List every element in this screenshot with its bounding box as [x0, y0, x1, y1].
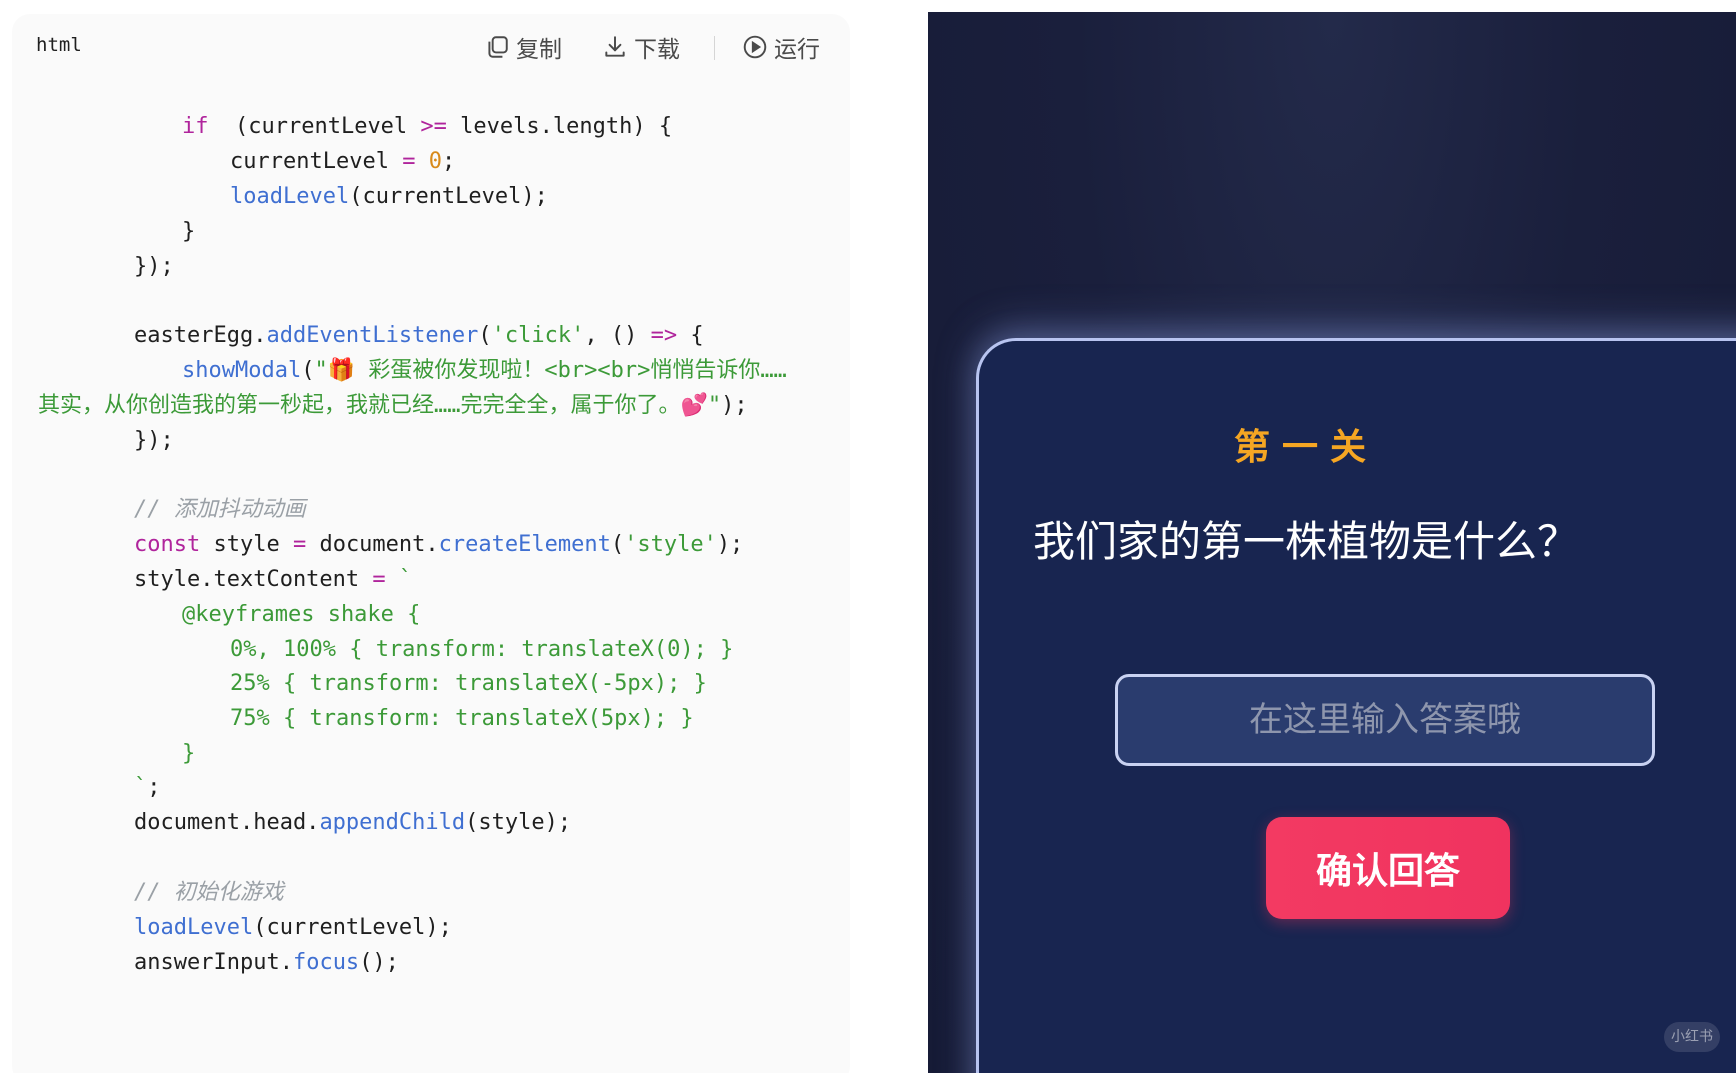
- code-token: });: [134, 428, 174, 453]
- download-icon: [602, 34, 628, 60]
- code-token: loadLevel: [230, 184, 350, 209]
- header-divider: [714, 36, 715, 60]
- code-token: 0: [428, 149, 442, 174]
- copy-icon: [484, 34, 510, 60]
- code-line: }: [182, 213, 195, 251]
- code-line: // 添加抖动动画: [134, 491, 306, 529]
- code-token: , (): [584, 323, 651, 348]
- code-line: @keyframes shake {: [182, 596, 420, 634]
- code-token: (currentLevel);: [349, 184, 548, 209]
- question-text: 我们家的第一株植物是什么？: [1032, 517, 1579, 566]
- game-preview: 第一关 我们家的第一株植物是什么？ 确认回答 小红书: [928, 12, 1736, 1073]
- code-token: ": [707, 393, 722, 418]
- copy-label: 复制: [516, 37, 562, 63]
- confirm-answer-button[interactable]: 确认回答: [1266, 817, 1510, 919]
- code-token: (: [478, 323, 492, 348]
- code-token: document.head.: [134, 810, 320, 835]
- code-token: =: [402, 149, 416, 174]
- code-token: `: [134, 775, 148, 800]
- code-token: focus: [292, 950, 360, 975]
- screen: html 复制 下载 运行 if (currentLevel >= levels…: [0, 0, 1736, 1073]
- code-line: if (currentLevel >= levels.length) {: [182, 108, 672, 146]
- code-token: 'style': [624, 532, 717, 557]
- code-token: >=: [420, 114, 447, 139]
- code-token: });: [134, 254, 174, 279]
- code-line: });: [134, 422, 174, 460]
- code-line: answerInput.focus();: [134, 944, 399, 982]
- code-block: html 复制 下载 运行 if (currentLevel >= levels…: [12, 14, 850, 1073]
- code-line: 25% { transform: translateX(-5px); }: [230, 665, 707, 703]
- code-token: ();: [359, 950, 399, 975]
- code-token: style: [200, 532, 293, 557]
- code-token: }: [182, 219, 196, 244]
- code-token: addEventListener: [266, 323, 479, 348]
- code-token: =>: [650, 323, 678, 348]
- code-token: levels.length) {: [446, 114, 673, 139]
- code-token: 其实，从你创造我的第一秒起，我就已经……完完全全，属于你了。💕: [38, 393, 708, 418]
- code-token: ;: [147, 775, 161, 800]
- code-token: 75% { transform: translateX(5px); }: [230, 706, 694, 731]
- code-token: // 添加抖动动画: [134, 497, 306, 522]
- code-token: style.textContent: [134, 567, 373, 592]
- code-line: showModal("🎁 彩蛋被你发现啦！<br><br>悄悄告诉你……: [182, 352, 787, 390]
- code-token: );: [721, 393, 748, 418]
- download-label: 下载: [634, 37, 680, 63]
- play-icon: [742, 34, 768, 60]
- code-token: `: [398, 567, 413, 592]
- code-token: =: [292, 532, 307, 557]
- answer-input[interactable]: [1115, 674, 1655, 766]
- code-line: // 初始化游戏: [134, 874, 284, 912]
- code-line: loadLevel(currentLevel);: [134, 909, 452, 947]
- code-line: currentLevel = 0;: [230, 143, 455, 181]
- code-token: document.: [306, 532, 439, 557]
- copy-button[interactable]: 复制: [484, 31, 562, 63]
- code-token: ;: [441, 149, 456, 174]
- level-title: 第一关: [1233, 427, 1378, 468]
- code-token: 25% { transform: translateX(-5px); }: [230, 671, 707, 696]
- code-line: style.textContent = `: [134, 561, 412, 599]
- code-line: loadLevel(currentLevel);: [230, 178, 548, 216]
- code-token: appendChild: [319, 810, 466, 835]
- code-token: (currentLevel: [208, 114, 421, 139]
- code-line: document.head.appendChild(style);: [134, 804, 571, 842]
- code-token: =: [372, 567, 386, 592]
- code-token: {: [677, 323, 704, 348]
- code-token: (style);: [465, 810, 572, 835]
- code-token: 0%, 100% { transform: translateX(0); }: [230, 637, 734, 662]
- watermark-logo: 小红书: [1664, 1022, 1720, 1052]
- code-token: createElement: [438, 532, 611, 557]
- code-token: currentLevel: [230, 149, 403, 174]
- code-line: });: [134, 248, 174, 286]
- code-token: 'click': [491, 323, 585, 348]
- code-token: );: [716, 532, 744, 557]
- code-token: easterEgg.: [134, 323, 267, 348]
- run-label: 运行: [774, 37, 820, 63]
- code-line: }: [182, 735, 195, 773]
- code-token: showModal: [182, 358, 302, 383]
- code-token: "🎁 彩蛋被你发现啦！<br><br>悄悄告诉你……: [314, 358, 787, 383]
- code-token: (: [610, 532, 625, 557]
- download-button[interactable]: 下载: [602, 31, 680, 63]
- code-token: }: [182, 741, 196, 766]
- code-block-header: html 复制 下载 运行: [12, 14, 850, 78]
- code-line: const style = document.createElement('st…: [134, 526, 743, 564]
- code-language-label: html: [36, 34, 82, 56]
- code-token: // 初始化游戏: [134, 880, 284, 905]
- code-token: answerInput.: [134, 950, 293, 975]
- run-button[interactable]: 运行: [742, 31, 820, 63]
- code-token: loadLevel: [134, 915, 254, 940]
- code-line: 0%, 100% { transform: translateX(0); }: [230, 631, 733, 669]
- code-token: const: [134, 532, 201, 557]
- code-token: @keyframes shake {: [182, 602, 421, 627]
- code-token: (currentLevel);: [253, 915, 452, 940]
- code-line: 其实，从你创造我的第一秒起，我就已经……完完全全，属于你了。💕");: [38, 387, 748, 425]
- code-token: if: [182, 114, 209, 139]
- code-line: easterEgg.addEventListener('click', () =…: [134, 317, 704, 355]
- code-token: (: [301, 358, 315, 383]
- code-line: `;: [134, 769, 161, 807]
- code-line: 75% { transform: translateX(5px); }: [230, 700, 694, 738]
